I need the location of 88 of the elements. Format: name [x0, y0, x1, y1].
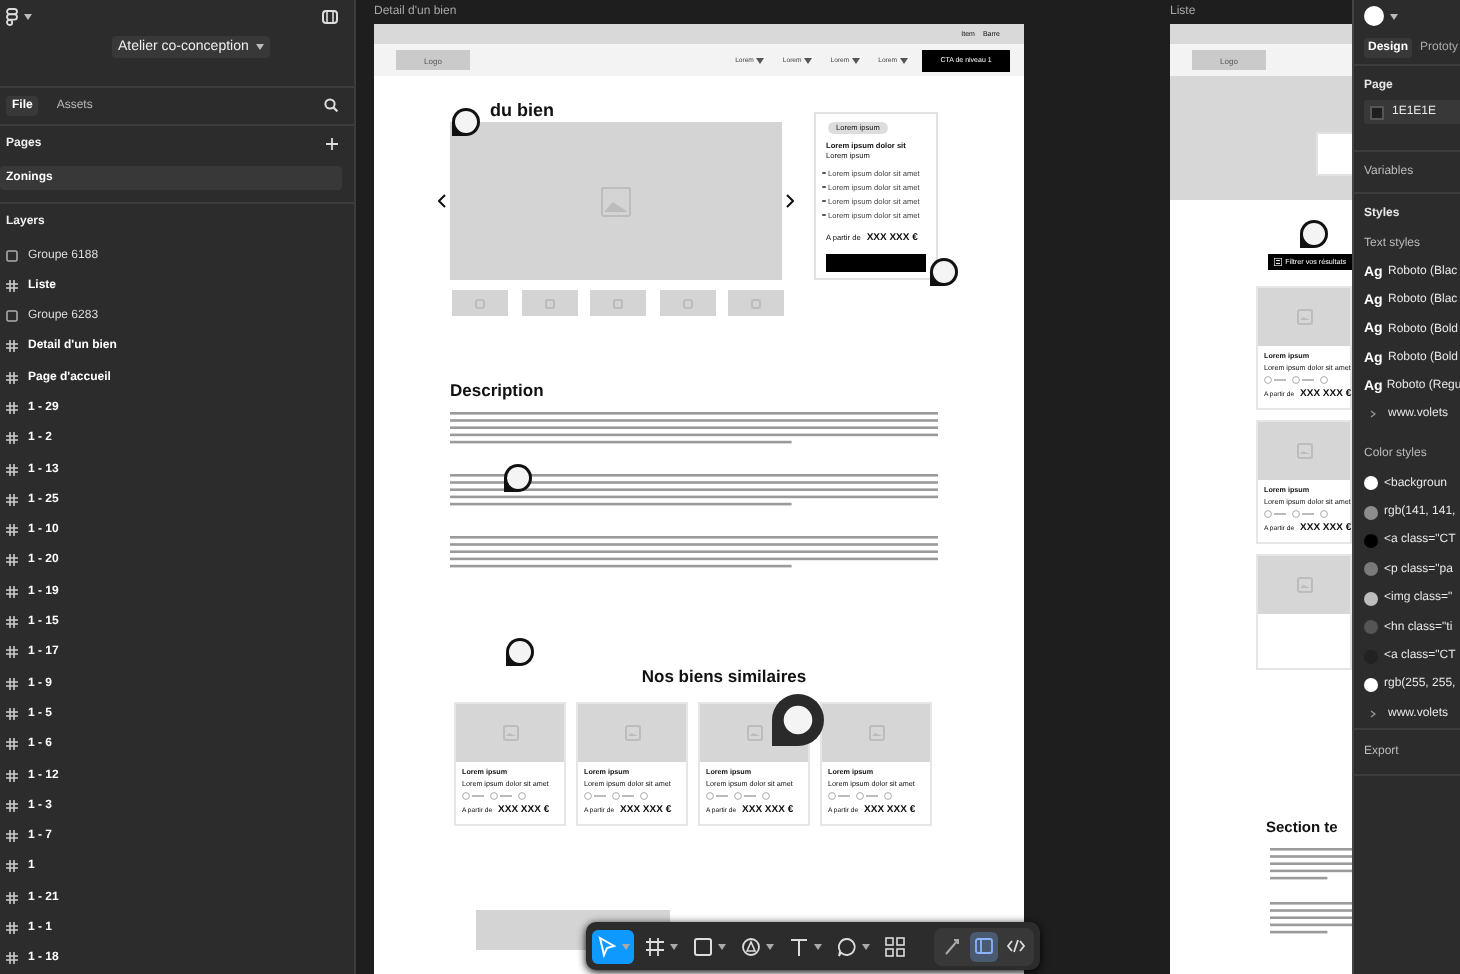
- comment-pin-icon: [450, 106, 482, 138]
- frame-icon: [644, 935, 666, 957]
- panel-toggle-icon[interactable]: [322, 9, 338, 23]
- image-icon: [745, 724, 763, 742]
- hash-icon: [6, 799, 18, 812]
- caret-icon: [766, 943, 774, 949]
- caret-icon: [256, 44, 265, 50]
- hash-icon: [6, 860, 18, 873]
- add-icon[interactable]: [326, 137, 338, 150]
- hash-icon: [6, 279, 18, 292]
- caret-icon: [622, 943, 630, 949]
- hash-icon: [6, 677, 18, 690]
- caret-icon: [718, 943, 726, 949]
- avatar[interactable]: [1364, 6, 1384, 26]
- image-icon: [681, 297, 693, 309]
- caret-icon: [900, 57, 908, 63]
- square-icon: [6, 310, 18, 323]
- thumbnail[interactable]: [659, 290, 715, 316]
- image-icon: [1295, 576, 1313, 594]
- hash-icon: [6, 922, 18, 935]
- pen-icon: [740, 935, 762, 957]
- square-icon: [6, 249, 18, 262]
- move-tool[interactable]: [592, 929, 634, 963]
- comment-pin-icon: [1298, 218, 1330, 250]
- hash-icon: [6, 616, 18, 629]
- chevron-left-icon[interactable]: [438, 194, 446, 208]
- image-icon: [623, 724, 641, 742]
- comment-pin-icon: [504, 636, 536, 668]
- comment-pin-icon: [502, 462, 534, 494]
- draw-icon: [942, 936, 962, 956]
- text-icon: [788, 935, 810, 957]
- section-heading: Description: [450, 380, 546, 402]
- image-icon: [543, 297, 555, 309]
- image-icon: [867, 724, 885, 742]
- image-icon: [600, 185, 632, 217]
- hash-icon: [6, 646, 18, 659]
- hash-icon: [6, 493, 18, 506]
- filter-icon: [1273, 258, 1282, 266]
- image-icon: [1295, 442, 1313, 460]
- components-icon: [884, 935, 906, 957]
- caret-icon: [670, 943, 678, 949]
- hash-icon: [6, 402, 18, 414]
- design-mode-button[interactable]: [970, 931, 998, 961]
- hash-icon: [6, 585, 18, 598]
- cta-button[interactable]: [826, 253, 926, 271]
- hash-icon: [6, 432, 18, 445]
- hash-icon: [6, 830, 18, 843]
- hash-icon: [6, 524, 18, 537]
- hash-icon: [6, 707, 18, 720]
- thumbnail[interactable]: [590, 290, 646, 316]
- hash-icon: [6, 371, 18, 384]
- image-icon: [612, 297, 624, 309]
- rectangle-icon: [692, 935, 714, 957]
- color-swatch: [1370, 105, 1384, 119]
- hash-icon: [6, 769, 18, 782]
- hash-icon: [6, 463, 18, 476]
- hash-icon: [6, 891, 18, 904]
- chevron-right-icon[interactable]: [786, 194, 794, 208]
- hash-icon: [6, 554, 18, 567]
- caret-icon: [852, 57, 861, 63]
- cursor-icon: [596, 935, 618, 957]
- caret-icon: [1390, 13, 1398, 19]
- figma-logo-icon: [6, 7, 18, 25]
- text-lines-drawing: [1270, 902, 1352, 938]
- image-icon: [1295, 308, 1313, 326]
- caret-icon: [814, 943, 822, 949]
- chevron-right-icon: [1370, 410, 1376, 419]
- caret-icon: [24, 13, 32, 19]
- thumbnail[interactable]: [728, 290, 784, 316]
- page-heading: du bien: [490, 100, 556, 122]
- thumbnail[interactable]: [452, 290, 508, 316]
- chevron-right-icon: [1370, 709, 1376, 718]
- image-icon: [501, 724, 519, 742]
- caret-icon: [756, 57, 765, 63]
- search-icon[interactable]: [324, 98, 338, 113]
- text-lines-drawing: [1270, 848, 1352, 884]
- thumbnail[interactable]: [521, 290, 577, 316]
- design-icon: [974, 936, 994, 956]
- dev-icon: [1006, 936, 1026, 956]
- hash-icon: [6, 340, 18, 353]
- comment-icon: [836, 935, 858, 957]
- caret-icon: [804, 57, 813, 63]
- hash-icon: [6, 952, 18, 965]
- image-icon: [750, 297, 762, 309]
- caret-icon: [862, 943, 870, 949]
- section-heading: Nos biens similaires: [639, 666, 807, 686]
- image-icon: [474, 297, 486, 309]
- hash-icon: [6, 738, 18, 751]
